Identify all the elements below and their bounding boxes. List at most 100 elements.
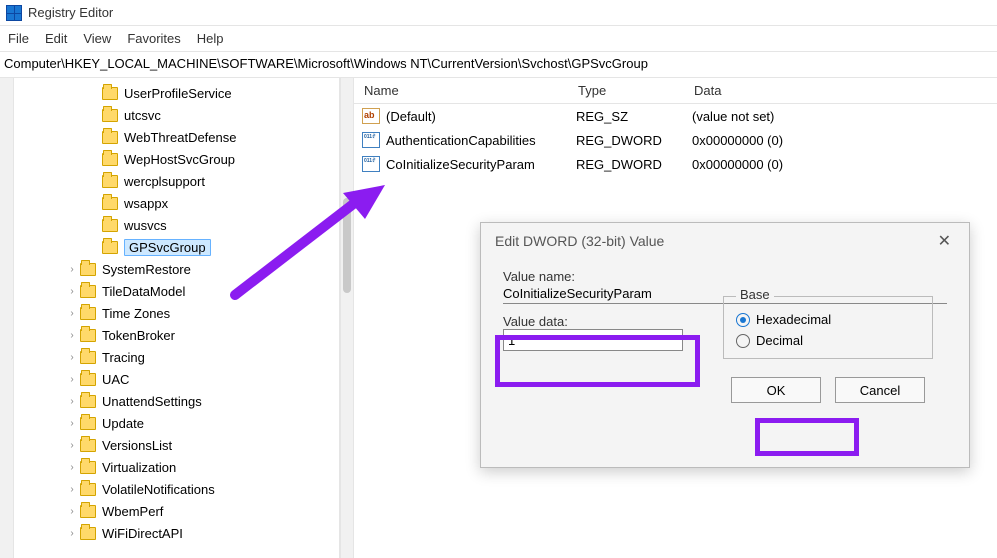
cell-data: 0x00000000 (0): [692, 157, 997, 172]
tree-panel: UserProfileService utcsvc WebThreatDefense…: [0, 78, 340, 558]
cell-name: CoInitializeSecurityParam: [386, 157, 576, 172]
edit-dword-dialog: Edit DWORD (32-bit) Value ✕ Value name: …: [480, 222, 970, 468]
tree-label: wsappx: [124, 196, 168, 211]
tree-item[interactable]: ›VolatileNotifications: [18, 478, 339, 500]
tree-item[interactable]: WepHostSvcGroup: [18, 148, 339, 170]
tree-label: TileDataModel: [102, 284, 185, 299]
value-icon: [362, 132, 380, 148]
window-title: Registry Editor: [28, 5, 113, 20]
folder-icon: [102, 175, 118, 188]
radio-dec[interactable]: Decimal: [736, 333, 920, 348]
tree-label: UAC: [102, 372, 129, 387]
tree-scrollbar-left[interactable]: [0, 78, 14, 558]
tree-item[interactable]: › UnattendSettings: [18, 390, 339, 412]
list-row[interactable]: CoInitializeSecurityParamREG_DWORD0x0000…: [354, 152, 997, 176]
folder-icon: [102, 87, 118, 100]
folder-icon: [102, 109, 118, 122]
folder-icon: [80, 285, 96, 298]
folder-icon: [102, 153, 118, 166]
cell-name: (Default): [386, 109, 576, 124]
tree-label: UnattendSettings: [102, 394, 202, 409]
radio-icon: [736, 334, 750, 348]
tree-item[interactable]: ›SystemRestore: [18, 258, 339, 280]
tree-label: utcsvc: [124, 108, 161, 123]
tree-label: SystemRestore: [102, 262, 191, 277]
col-header-type[interactable]: Type: [578, 83, 694, 98]
tree-item[interactable]: › TileDataModel: [18, 280, 339, 302]
list-header: Name Type Data: [354, 78, 997, 104]
menubar: File Edit View Favorites Help: [0, 26, 997, 52]
tree-item[interactable]: ›Virtualization: [18, 456, 339, 478]
tree-item[interactable]: ›WbemPerf: [18, 500, 339, 522]
tree-item[interactable]: wercplsupport: [18, 170, 339, 192]
tree-label: WepHostSvcGroup: [124, 152, 235, 167]
tree-label: UserProfileService: [124, 86, 232, 101]
cell-type: REG_DWORD: [576, 157, 692, 172]
menu-edit[interactable]: Edit: [45, 31, 67, 46]
base-label: Base: [736, 287, 774, 302]
menu-view[interactable]: View: [83, 31, 111, 46]
folder-icon: [80, 439, 96, 452]
folder-icon: [80, 307, 96, 320]
caret-icon: ›: [66, 440, 78, 451]
folder-icon: [80, 329, 96, 342]
tree-label: GPSvcGroup: [124, 239, 211, 256]
list-row[interactable]: (Default)REG_SZ(value not set): [354, 104, 997, 128]
regedit-icon: [6, 5, 22, 21]
tree-item[interactable]: ›UAC: [18, 368, 339, 390]
value-data-input[interactable]: [503, 329, 683, 351]
list-row[interactable]: AuthenticationCapabilitiesREG_DWORD0x000…: [354, 128, 997, 152]
folder-icon: [80, 395, 96, 408]
tree-label: Time Zones: [102, 306, 170, 321]
tree-item[interactable]: wusvcs: [18, 214, 339, 236]
close-icon[interactable]: ✕: [932, 231, 957, 251]
menu-help[interactable]: Help: [197, 31, 224, 46]
caret-icon: ›: [66, 506, 78, 517]
tree-item[interactable]: › Tracing: [18, 346, 339, 368]
caret-icon: ›: [66, 286, 78, 297]
cell-type: REG_SZ: [576, 109, 692, 124]
tree-item[interactable]: ›Update: [18, 412, 339, 434]
tree-label: Tracing: [102, 350, 145, 365]
value-icon: [362, 108, 380, 124]
folder-icon: [102, 241, 118, 254]
tree-item[interactable]: ›VersionsList: [18, 434, 339, 456]
tree-item[interactable]: utcsvc: [18, 104, 339, 126]
value-name-label: Value name:: [503, 269, 947, 284]
value-icon: [362, 156, 380, 172]
tree: UserProfileService utcsvc WebThreatDefense…: [14, 78, 339, 558]
folder-icon: [80, 527, 96, 540]
base-group: Base Hexadecimal Decimal: [723, 296, 933, 359]
radio-dec-label: Decimal: [756, 333, 803, 348]
col-header-name[interactable]: Name: [354, 83, 578, 98]
menu-file[interactable]: File: [8, 31, 29, 46]
folder-icon: [80, 373, 96, 386]
address-bar[interactable]: Computer\HKEY_LOCAL_MACHINE\SOFTWARE\Mic…: [0, 52, 997, 78]
tree-item[interactable]: wsappx: [18, 192, 339, 214]
ok-button[interactable]: OK: [731, 377, 821, 403]
folder-icon: [80, 483, 96, 496]
caret-icon: ›: [66, 352, 78, 363]
tree-item[interactable]: ›WiFiDirectAPI: [18, 522, 339, 544]
folder-icon: [80, 505, 96, 518]
tree-item-selected[interactable]: GPSvcGroup: [18, 236, 339, 258]
folder-icon: [102, 197, 118, 210]
tree-item[interactable]: WebThreatDefense: [18, 126, 339, 148]
caret-icon: ›: [66, 396, 78, 407]
list-body: (Default)REG_SZ(value not set)Authentica…: [354, 104, 997, 176]
tree-label: wusvcs: [124, 218, 167, 233]
radio-hex[interactable]: Hexadecimal: [736, 312, 920, 327]
cancel-button[interactable]: Cancel: [835, 377, 925, 403]
caret-icon: ›: [66, 308, 78, 319]
tree-item[interactable]: › Time Zones: [18, 302, 339, 324]
tree-label: VolatileNotifications: [102, 482, 215, 497]
tree-item[interactable]: ›TokenBroker: [18, 324, 339, 346]
titlebar: Registry Editor: [0, 0, 997, 26]
splitter[interactable]: [340, 78, 354, 558]
menu-favorites[interactable]: Favorites: [127, 31, 180, 46]
tree-label: wercplsupport: [124, 174, 205, 189]
folder-icon: [80, 417, 96, 430]
col-header-data[interactable]: Data: [694, 83, 997, 98]
tree-item[interactable]: UserProfileService: [18, 82, 339, 104]
scrollbar-thumb[interactable]: [343, 198, 351, 293]
